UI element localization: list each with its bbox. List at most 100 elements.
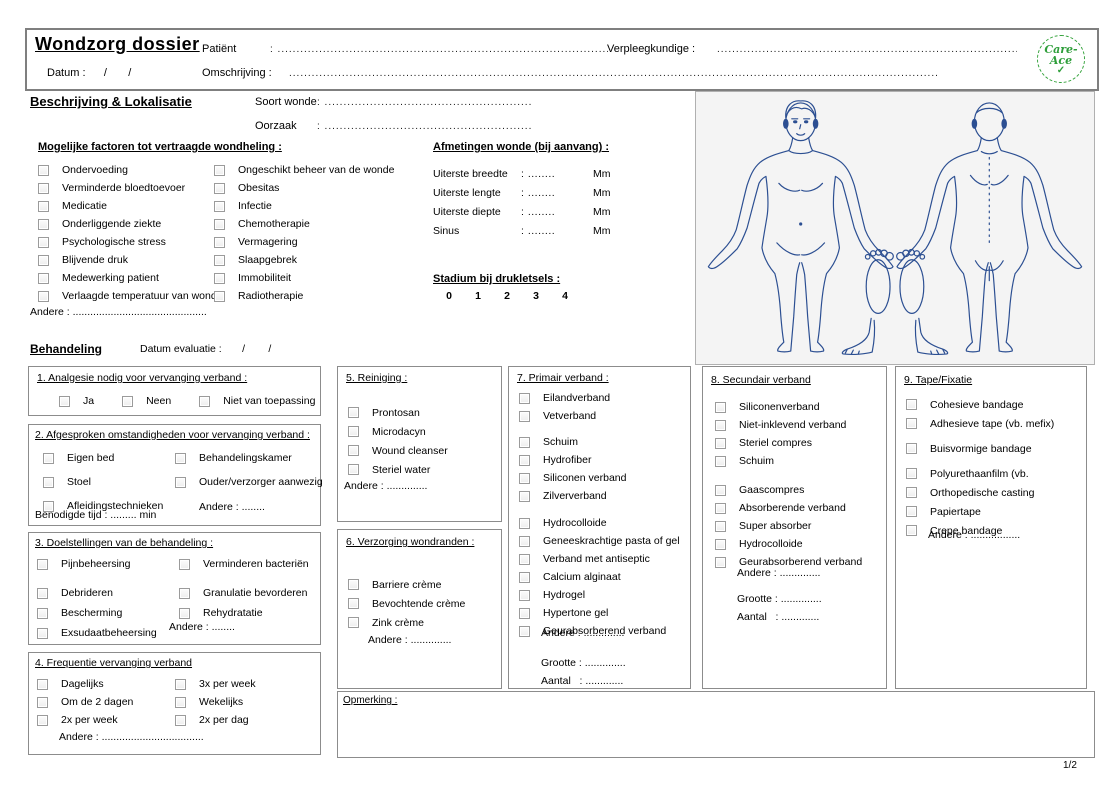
factor-option[interactable]: Blijvende druk bbox=[38, 251, 223, 269]
option[interactable]: Prontosan bbox=[348, 403, 448, 422]
factor-option[interactable]: Ongeschikt beheer van de wonde bbox=[214, 161, 394, 179]
option[interactable]: Niet van toepassing bbox=[199, 392, 315, 410]
factor-option[interactable]: Medicatie bbox=[38, 197, 223, 215]
checkbox[interactable] bbox=[37, 679, 48, 690]
option[interactable]: Granulatie bevorderen bbox=[179, 583, 309, 603]
checkbox[interactable] bbox=[43, 477, 54, 488]
factor-option[interactable]: Verminderde bloedtoevoer bbox=[38, 179, 223, 197]
box2-andere-field[interactable]: Andere : ........ bbox=[199, 501, 265, 513]
afmeting-value-field[interactable]: : ........ bbox=[521, 225, 593, 237]
checkbox[interactable] bbox=[519, 572, 530, 583]
checkbox[interactable] bbox=[175, 697, 186, 708]
omschrijving-field[interactable]: ........................................… bbox=[289, 68, 939, 79]
factor-option[interactable]: Verlaagde temperatuur van wonde bbox=[38, 287, 223, 305]
checkbox[interactable] bbox=[906, 525, 917, 536]
datum-field[interactable]: Datum : / / bbox=[47, 67, 131, 79]
checkbox[interactable] bbox=[37, 715, 48, 726]
checkbox[interactable] bbox=[519, 590, 530, 601]
box7-aantal-field[interactable]: Aantal : ............. bbox=[541, 675, 623, 687]
factor-option[interactable]: Vermagering bbox=[214, 233, 394, 251]
checkbox[interactable] bbox=[38, 183, 49, 194]
option[interactable]: Pijnbeheersing bbox=[37, 554, 157, 574]
option[interactable]: Hydrocolloide bbox=[519, 514, 680, 532]
option[interactable]: Verband met antiseptic bbox=[519, 550, 680, 568]
checkbox[interactable] bbox=[906, 468, 917, 479]
checkbox[interactable] bbox=[43, 453, 54, 464]
option[interactable]: Zilververband bbox=[519, 487, 680, 505]
checkbox[interactable] bbox=[906, 506, 917, 517]
checkbox[interactable] bbox=[715, 485, 726, 496]
checkbox[interactable] bbox=[38, 273, 49, 284]
option[interactable]: Exsudaatbeheersing bbox=[37, 623, 157, 643]
checkbox[interactable] bbox=[519, 626, 530, 637]
checkbox[interactable] bbox=[179, 588, 190, 599]
soort-wonde-field[interactable]: : ......................................… bbox=[317, 97, 547, 108]
afmeting-value-field[interactable]: : ........ bbox=[521, 187, 593, 199]
checkbox[interactable] bbox=[519, 393, 530, 404]
factor-option[interactable]: Chemotherapie bbox=[214, 215, 394, 233]
checkbox[interactable] bbox=[519, 473, 530, 484]
option[interactable]: 2x per dag bbox=[175, 711, 256, 729]
option[interactable]: Super absorber bbox=[715, 517, 862, 535]
stadium-option[interactable]: 3 bbox=[531, 290, 541, 302]
option[interactable]: Schuim bbox=[715, 452, 862, 470]
factor-option[interactable]: Radiotherapie bbox=[214, 287, 394, 305]
option[interactable]: Siliconen verband bbox=[519, 469, 680, 487]
checkbox[interactable] bbox=[715, 503, 726, 514]
option[interactable]: Neen bbox=[122, 392, 171, 410]
factor-option[interactable]: Infectie bbox=[214, 197, 394, 215]
verpleegkundige-field[interactable]: ........................................… bbox=[717, 44, 1017, 55]
patient-field[interactable]: : ......................................… bbox=[270, 44, 608, 55]
option[interactable]: Wekelijks bbox=[175, 693, 256, 711]
stadium-option[interactable]: 1 bbox=[473, 290, 483, 302]
option[interactable]: Absorberende verband bbox=[715, 499, 862, 517]
option[interactable]: Om de 2 dagen bbox=[37, 693, 133, 711]
checkbox[interactable] bbox=[348, 579, 359, 590]
option[interactable]: 2x per week bbox=[37, 711, 133, 729]
checkbox[interactable] bbox=[179, 559, 190, 570]
option[interactable]: Debrideren bbox=[37, 583, 157, 603]
checkbox[interactable] bbox=[38, 237, 49, 248]
option[interactable]: Hypertone gel bbox=[519, 604, 680, 622]
checkbox[interactable] bbox=[348, 464, 359, 475]
box8-andere-field[interactable]: Andere : .............. bbox=[737, 567, 820, 579]
box-opmerking[interactable]: Opmerking : bbox=[337, 691, 1095, 758]
checkbox[interactable] bbox=[122, 396, 133, 407]
checkbox[interactable] bbox=[519, 411, 530, 422]
checkbox[interactable] bbox=[715, 420, 726, 431]
checkbox[interactable] bbox=[906, 487, 917, 498]
checkbox[interactable] bbox=[348, 407, 359, 418]
factor-option[interactable]: Psychologische stress bbox=[38, 233, 223, 251]
option[interactable]: Papiertape bbox=[906, 502, 1054, 521]
option[interactable]: Bescherming bbox=[37, 603, 157, 623]
checkbox[interactable] bbox=[38, 201, 49, 212]
checkbox[interactable] bbox=[348, 598, 359, 609]
stadium-option[interactable]: 0 bbox=[444, 290, 454, 302]
option[interactable]: Orthopedische casting bbox=[906, 483, 1054, 502]
option[interactable]: Stoel bbox=[43, 470, 163, 494]
option[interactable]: Hydrogel bbox=[519, 586, 680, 604]
body-location-diagram[interactable] bbox=[696, 92, 1092, 362]
checkbox[interactable] bbox=[38, 165, 49, 176]
stadium-option[interactable]: 2 bbox=[502, 290, 512, 302]
checkbox[interactable] bbox=[519, 518, 530, 529]
checkbox[interactable] bbox=[214, 273, 225, 284]
option[interactable]: Adhesieve tape (vb. mefix) bbox=[906, 414, 1054, 433]
checkbox[interactable] bbox=[519, 554, 530, 565]
box2-benodigde-tijd-field[interactable]: Benodigde tijd : ......... min bbox=[35, 509, 156, 521]
box4-andere-field[interactable]: Andere : ...............................… bbox=[59, 731, 204, 743]
stadium-option[interactable]: 4 bbox=[560, 290, 570, 302]
option[interactable]: Microdacyn bbox=[348, 422, 448, 441]
option[interactable]: 3x per week bbox=[175, 675, 256, 693]
box6-andere-field[interactable]: Andere : .............. bbox=[368, 634, 451, 646]
factor-option[interactable]: Obesitas bbox=[214, 179, 394, 197]
checkbox[interactable] bbox=[906, 443, 917, 454]
option[interactable]: Calcium alginaat bbox=[519, 568, 680, 586]
option[interactable]: Ja bbox=[59, 392, 94, 410]
option[interactable]: Bevochtende crème bbox=[348, 594, 465, 613]
checkbox[interactable] bbox=[519, 608, 530, 619]
option[interactable]: Polyurethaanfilm (vb. bbox=[906, 464, 1054, 483]
checkbox[interactable] bbox=[348, 445, 359, 456]
factor-option[interactable]: Slaapgebrek bbox=[214, 251, 394, 269]
checkbox[interactable] bbox=[214, 291, 225, 302]
